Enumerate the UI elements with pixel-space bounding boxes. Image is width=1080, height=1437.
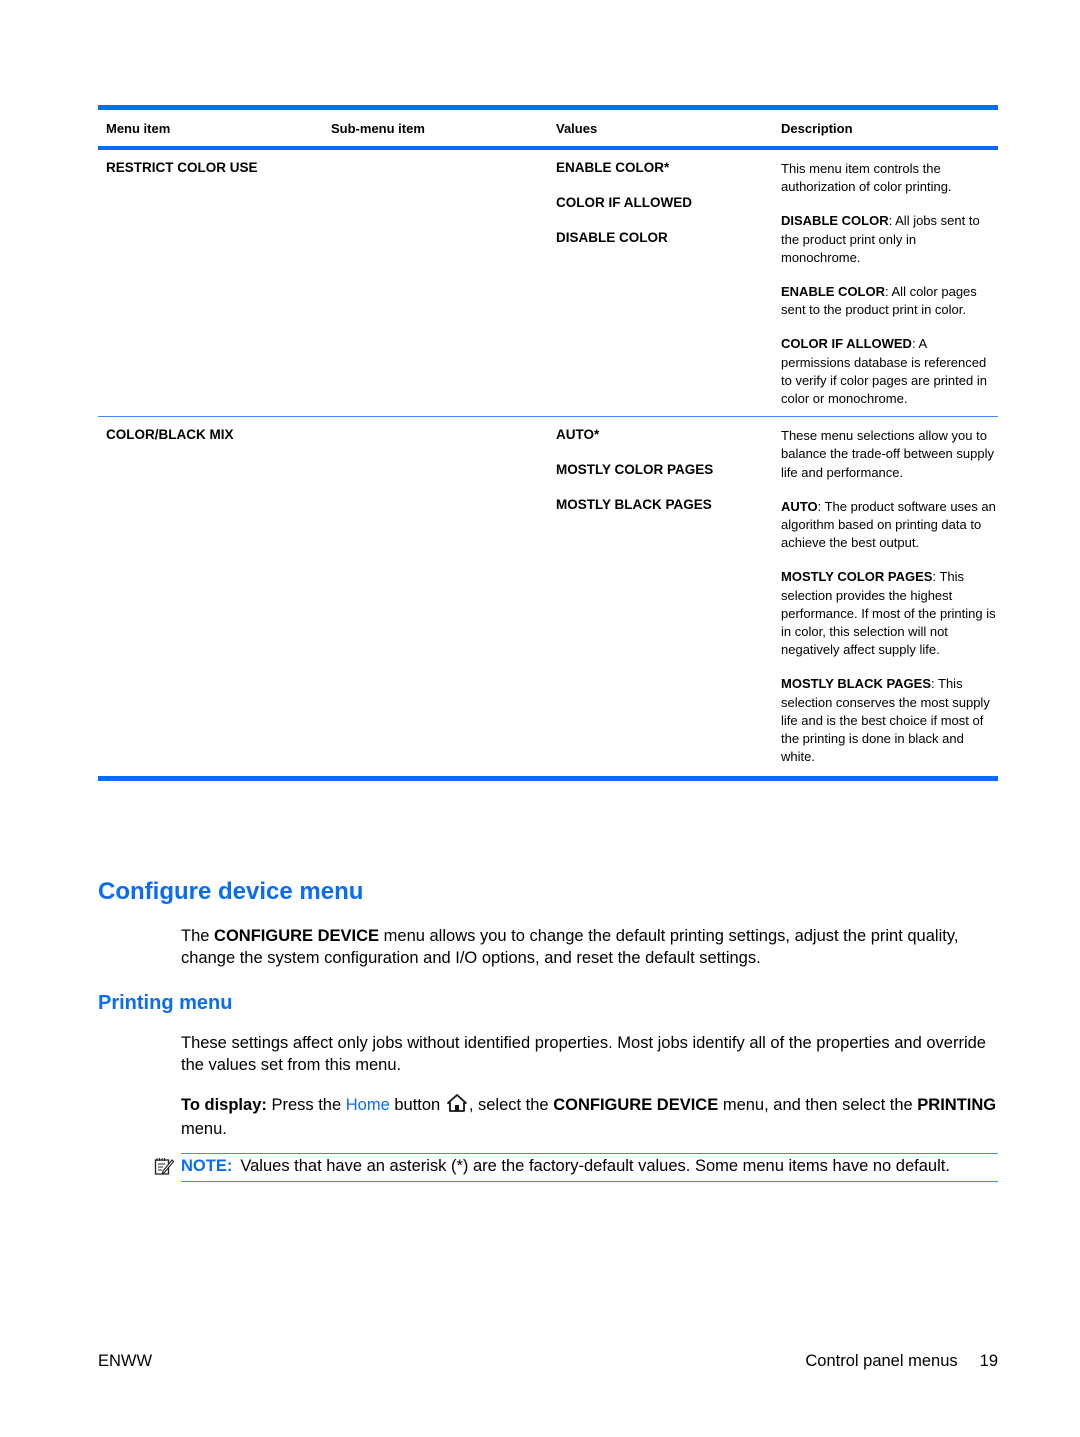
description-paragraph: DISABLE COLOR: All jobs sent to the prod… xyxy=(781,212,998,267)
display-text: menu, and then select the xyxy=(718,1096,918,1114)
home-icon xyxy=(446,1094,467,1112)
note-pencil-icon xyxy=(154,1158,174,1175)
description-paragraph: COLOR IF ALLOWED: A permissions database… xyxy=(781,335,998,408)
intro-text: The xyxy=(181,927,215,945)
description-cell: These menu selections allow you to balan… xyxy=(773,427,998,766)
display-label: To display: xyxy=(181,1096,267,1114)
page-number: 19 xyxy=(979,1352,998,1370)
description-paragraph: This menu item controls the authorizatio… xyxy=(781,160,998,196)
description-paragraph: MOSTLY COLOR PAGES: This selection provi… xyxy=(781,568,998,659)
menu-table: Menu item Sub-menu item Values Descripti… xyxy=(98,105,998,782)
description-term: ENABLE COLOR xyxy=(781,284,885,300)
description-paragraph: ENABLE COLOR: All color pages sent to th… xyxy=(781,283,998,319)
note-label: NOTE: xyxy=(181,1157,233,1175)
header-menu-item: Menu item xyxy=(106,120,171,136)
menu-item-cell: COLOR/BLACK MIX xyxy=(106,427,234,443)
home-link[interactable]: Home xyxy=(346,1096,390,1114)
description-cell: This menu item controls the authorizatio… xyxy=(773,160,998,408)
display-text: Press the xyxy=(266,1096,346,1114)
table-header-row: Menu item Sub-menu item Values Descripti… xyxy=(98,110,998,146)
footer-chapter: Control panel menus xyxy=(805,1352,958,1370)
value-option: ENABLE COLOR* xyxy=(556,160,670,175)
description-paragraph: MOSTLY BLACK PAGES: This selection conse… xyxy=(781,675,998,766)
description-paragraph: AUTO: The product software uses an algor… xyxy=(781,498,998,553)
table-row: RESTRICT COLOR USE ENABLE COLOR* COLOR I… xyxy=(98,150,998,416)
section-heading: Configure device menu xyxy=(98,878,364,905)
header-values: Values xyxy=(556,120,598,136)
sub-menu-item-cell xyxy=(323,427,548,766)
section-intro: The CONFIGURE DEVICE menu allows you to … xyxy=(181,926,1001,969)
intro-bold: CONFIGURE DEVICE xyxy=(214,927,380,945)
values-cell: ENABLE COLOR* COLOR IF ALLOWED DISABLE C… xyxy=(548,160,773,408)
display-bold: PRINTING xyxy=(917,1096,997,1114)
description-text: This menu item controls the authorizatio… xyxy=(781,161,952,195)
sub-menu-item-cell xyxy=(323,160,548,408)
table-row: COLOR/BLACK MIX AUTO* MOSTLY COLOR PAGES… xyxy=(98,417,998,774)
display-instructions: To display: Press the Home button , sele… xyxy=(181,1093,1001,1141)
header-description: Description xyxy=(781,120,853,136)
table-bottom-rule xyxy=(98,776,998,782)
description-term: COLOR IF ALLOWED xyxy=(781,336,912,352)
display-text: menu. xyxy=(181,1120,227,1138)
values-cell: AUTO* MOSTLY COLOR PAGES MOSTLY BLACK PA… xyxy=(548,427,773,766)
subsection-heading: Printing menu xyxy=(98,992,233,1014)
description-text: These menu selections allow you to balan… xyxy=(781,428,994,480)
description-term: DISABLE COLOR xyxy=(781,213,889,229)
display-text: , select the xyxy=(468,1096,554,1114)
display-text: button xyxy=(389,1096,445,1114)
header-sub-menu-item: Sub-menu item xyxy=(331,120,425,136)
display-bold: CONFIGURE DEVICE xyxy=(553,1096,719,1114)
menu-item-cell: RESTRICT COLOR USE xyxy=(106,160,258,175)
description-term: MOSTLY BLACK PAGES xyxy=(781,676,932,692)
subsection-paragraph: These settings affect only jobs without … xyxy=(181,1034,986,1074)
value-option: MOSTLY COLOR PAGES xyxy=(556,462,714,478)
value-option: MOSTLY BLACK PAGES xyxy=(556,497,712,513)
value-option: COLOR IF ALLOWED xyxy=(556,195,692,210)
description-term: MOSTLY COLOR PAGES xyxy=(781,569,933,585)
note-text: Values that have an asterisk (*) are the… xyxy=(240,1157,950,1175)
footer-right: Control panel menus 19 xyxy=(805,1352,998,1371)
footer-left: ENWW xyxy=(98,1352,153,1370)
note-box: NOTE: Values that have an asterisk (*) ar… xyxy=(181,1153,998,1182)
description-paragraph: These menu selections allow you to balan… xyxy=(781,427,998,482)
description-term: AUTO xyxy=(781,498,818,514)
value-option: DISABLE COLOR xyxy=(556,230,668,245)
value-option: AUTO* xyxy=(556,427,600,443)
